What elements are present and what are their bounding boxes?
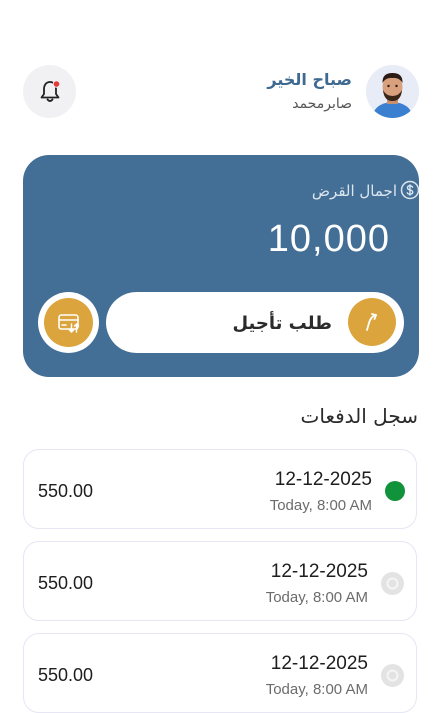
notifications-button[interactable] [23,65,76,118]
request-deferral-label: طلب تأجيل [232,313,332,334]
pending-status-icon [381,572,404,595]
payment-time: Today, 8:00 AM [269,497,372,514]
bell-icon [40,79,60,102]
dollar-icon [400,180,420,200]
payment-amount: 550.00 [38,481,94,501]
card-transfer-button[interactable] [38,292,99,353]
avatar-image [366,65,419,118]
arrow-up-curved-icon [366,313,377,331]
payments-history-title: سجل الدفعات [300,404,418,428]
payment-amount: 550.00 [38,573,94,593]
loan-total-amount: 10,000 [267,218,390,260]
payment-time: Today, 8:00 AM [265,589,368,606]
payment-amount: 550.00 [38,665,94,685]
pending-status-icon [381,664,404,687]
payment-date: 12-12-2025 [274,469,372,490]
avatar[interactable] [366,65,419,118]
payment-date: 12-12-2025 [270,653,368,674]
deferral-arrow-button[interactable] [348,298,396,346]
greeting-text: صباح الخير [267,70,352,89]
notification-badge [52,79,60,88]
loan-total-label: اجمال القرض [311,182,397,200]
payment-time: Today, 8:00 AM [265,681,368,698]
payment-date: 12-12-2025 [270,561,368,582]
card-transfer-icon [57,313,79,333]
username-text: صابرمحمد [292,96,352,112]
status-paid-dot [385,481,405,501]
